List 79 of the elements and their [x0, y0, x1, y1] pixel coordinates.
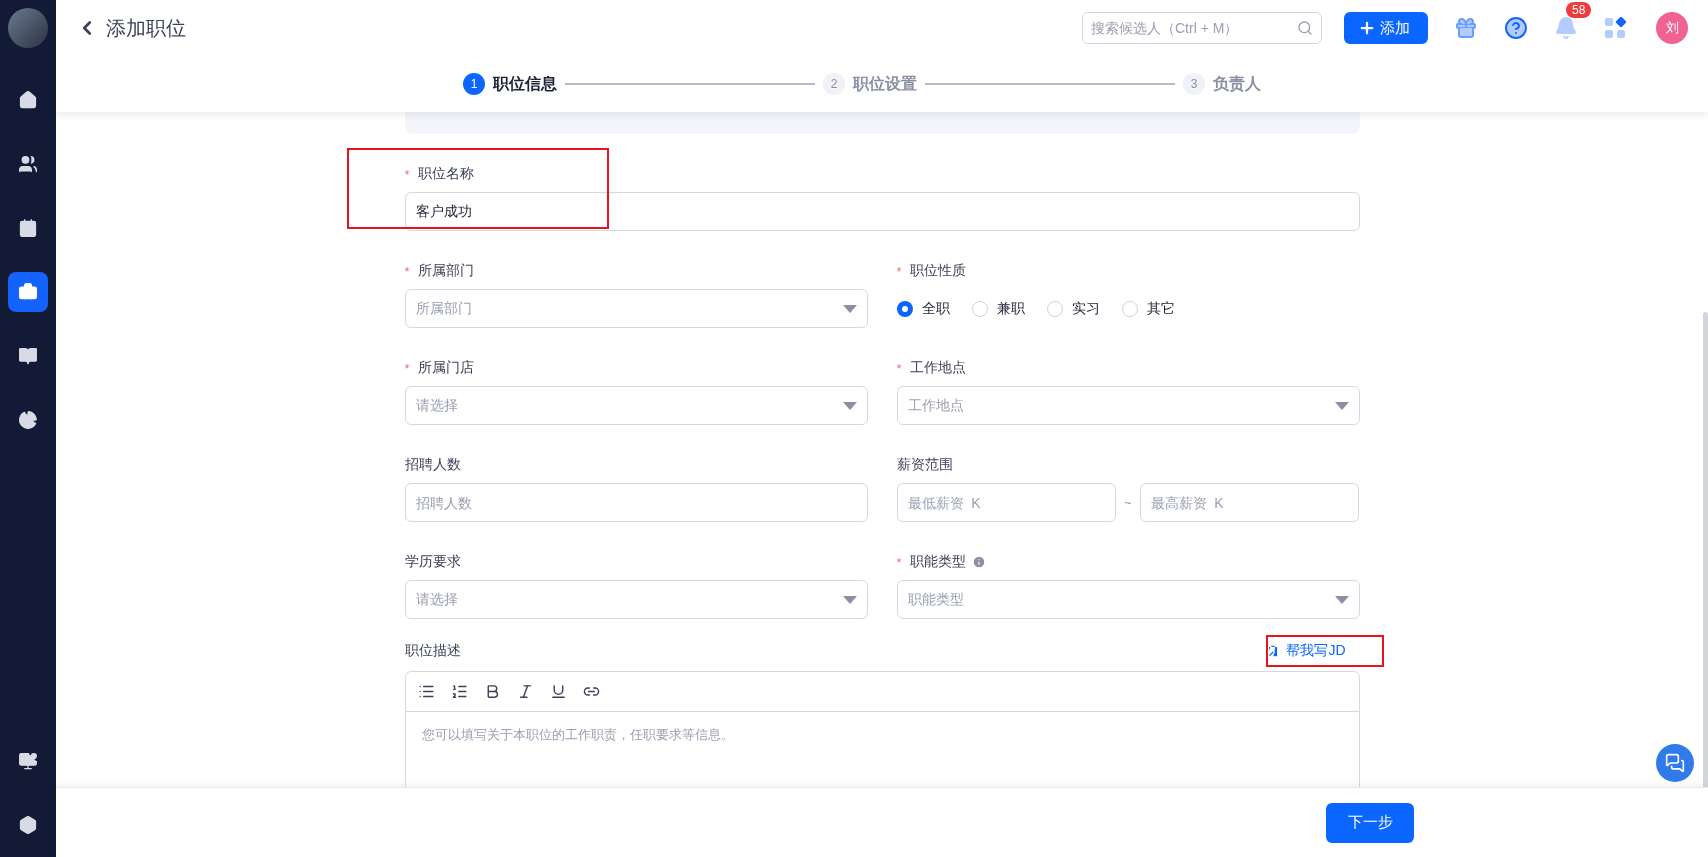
notification-button[interactable] — [1554, 16, 1578, 40]
calendar-icon — [18, 218, 38, 238]
page-title: 添加职位 — [106, 15, 186, 41]
book-icon — [18, 346, 38, 366]
field-label: 职位性质 — [909, 262, 966, 280]
step-label: 职位设置 — [853, 73, 917, 94]
text-input-field[interactable]: 客户成功 — [404, 192, 1360, 231]
select-field[interactable]: 工作地点 — [896, 386, 1360, 425]
step-number: 2 — [823, 73, 845, 95]
underline-icon — [549, 683, 567, 700]
select-field[interactable]: 请选择 — [404, 386, 868, 425]
next-step-button[interactable]: 下一步 — [1326, 802, 1414, 843]
gift-icon — [1454, 16, 1478, 40]
apps-button[interactable] — [1604, 17, 1626, 39]
required-asterisk: * — [404, 263, 410, 279]
dropdown-caret-icon — [842, 401, 857, 410]
user-avatar[interactable]: 刘 — [1656, 12, 1688, 44]
bell-icon — [1554, 16, 1578, 40]
user-photo-placeholder[interactable] — [8, 8, 48, 48]
field-label: 招聘人数 — [404, 456, 461, 474]
briefcase-icon — [18, 282, 38, 302]
required-asterisk: * — [404, 166, 410, 182]
plus-icon — [1358, 19, 1376, 37]
max-salary-field[interactable]: 最高薪资 K — [1139, 483, 1360, 522]
required-asterisk: * — [404, 360, 410, 376]
required-asterisk: * — [896, 360, 902, 376]
field-label: 所属部门 — [417, 262, 474, 280]
radio-option[interactable]: 兼职 — [971, 299, 1025, 318]
editor-placeholder: 您可以填写关于本职位的工作职责，任职要求等信息。 — [420, 726, 735, 744]
briefcase-nav-button[interactable] — [8, 272, 48, 312]
dropdown-caret-icon — [1334, 595, 1349, 604]
clipboard-icon — [1266, 644, 1281, 658]
help-button[interactable] — [1504, 16, 1528, 40]
scrollbar-thumb[interactable] — [1703, 312, 1708, 787]
field-label: 职能类型 — [909, 553, 966, 571]
monitor-icon — [18, 751, 38, 771]
step-number: 1 — [463, 73, 485, 95]
search-icon — [1297, 20, 1313, 36]
bullet-list-button[interactable] — [417, 683, 435, 700]
add-button[interactable]: 添加 — [1344, 12, 1428, 44]
help-icon — [1504, 16, 1528, 40]
dropdown-caret-icon — [842, 595, 857, 604]
dropdown-caret-icon — [842, 304, 857, 313]
write-jd-link[interactable]: 帮我写JD — [1266, 642, 1360, 660]
underline-button[interactable] — [549, 683, 567, 700]
home-icon — [18, 90, 38, 110]
apps-grid-icon — [1604, 17, 1626, 39]
step-number: 3 — [1183, 73, 1205, 95]
numbered-list-button[interactable] — [450, 683, 468, 700]
field-label: 所属门店 — [417, 359, 474, 377]
step-label: 负责人 — [1213, 73, 1261, 95]
notification-badge: 58 — [1566, 2, 1592, 18]
required-asterisk: * — [896, 554, 902, 570]
range-separator: ~ — [1124, 495, 1132, 510]
radio-option[interactable]: 全职 — [896, 299, 950, 318]
gift-button[interactable] — [1454, 16, 1478, 40]
select-field[interactable]: 职能类型 — [896, 580, 1360, 619]
required-asterisk: * — [896, 263, 902, 279]
select-field[interactable]: 所属部门 — [404, 289, 868, 328]
field-label: 职位名称 — [417, 165, 474, 183]
min-salary-field[interactable]: 最低薪资 K — [896, 483, 1117, 522]
field-label: 工作地点 — [909, 359, 966, 377]
bullet-list-icon — [417, 683, 435, 700]
field-label: 学历要求 — [404, 553, 461, 571]
search-field[interactable]: 搜索候选人（Ctrl + M） — [1082, 12, 1322, 44]
dropdown-caret-icon — [1334, 401, 1349, 410]
text-input-field[interactable]: 招聘人数 — [404, 483, 868, 522]
hexagon-icon — [18, 815, 38, 835]
radio-option[interactable]: 其它 — [1121, 299, 1175, 318]
step-label: 职位信息 — [493, 73, 557, 94]
field-label: 职位描述 — [404, 642, 461, 660]
pie-icon — [18, 410, 38, 430]
chat-icon — [1665, 753, 1685, 773]
numbered-list-icon — [450, 683, 468, 700]
radio-circle[interactable] — [896, 300, 913, 317]
select-field[interactable]: 请选择 — [404, 580, 868, 619]
field-label: 薪资范围 — [896, 456, 953, 474]
radio-option[interactable]: 实习 — [1046, 299, 1100, 318]
people-icon — [18, 154, 38, 174]
